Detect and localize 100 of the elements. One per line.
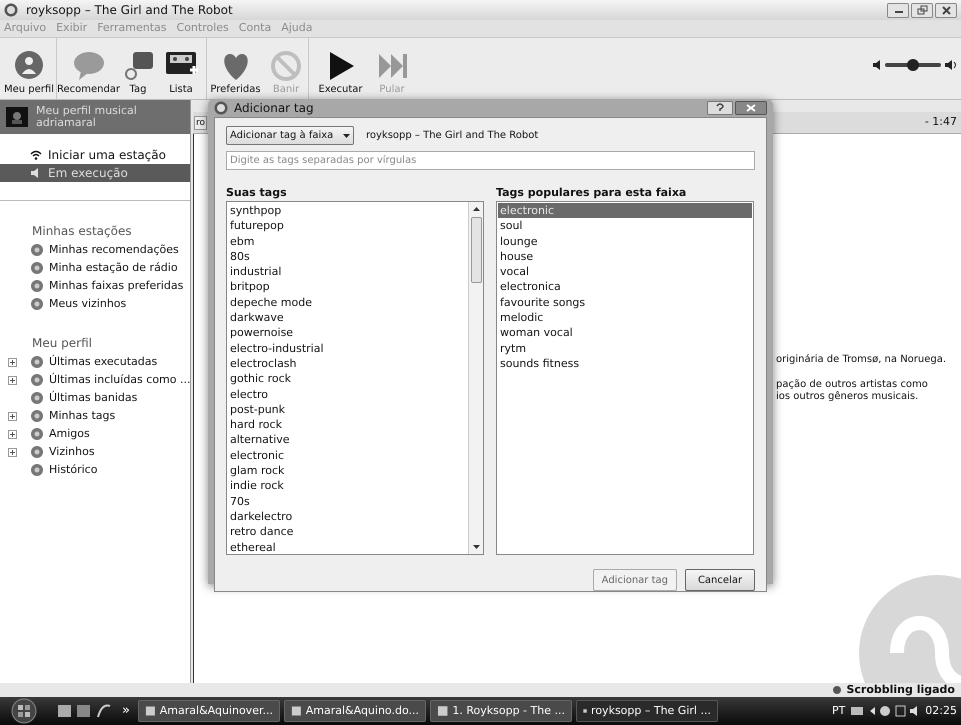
item-icon	[30, 373, 44, 387]
list-item[interactable]: favourite songs	[498, 294, 752, 310]
toolbar-button[interactable]: Meu perfil	[2, 38, 56, 99]
expand-icon[interactable]	[8, 358, 16, 366]
sidebar-item[interactable]: Últimas banidas	[0, 389, 190, 407]
list-item[interactable]: synthpop	[230, 203, 468, 218]
item-icon	[30, 261, 44, 275]
list-item[interactable]: retro dance	[230, 524, 468, 540]
toolbar-button[interactable]: Recomendar	[56, 38, 120, 99]
list-item[interactable]: powernoise	[230, 325, 468, 341]
ban-icon	[269, 50, 303, 82]
chevron-button[interactable]: »	[122, 701, 130, 721]
list-item[interactable]: alternative	[230, 432, 468, 448]
section-heading: Meu perfil	[31, 335, 93, 352]
close-icon	[940, 5, 952, 15]
window-icon	[290, 705, 302, 717]
list-item[interactable]: soul	[498, 218, 752, 234]
toolbar-button[interactable]: Tag	[120, 38, 156, 99]
sidebar-item[interactable]: Amigos	[0, 425, 190, 443]
close-button[interactable]	[735, 101, 767, 115]
list-item[interactable]: electroclash	[230, 356, 468, 372]
list-item[interactable]: electro-industrial	[230, 340, 468, 356]
dialog-button[interactable]: Cancelar	[685, 569, 755, 591]
list-item[interactable]: hard rock	[230, 417, 468, 432]
list-item[interactable]: britpop	[230, 279, 468, 295]
close-icon	[746, 104, 756, 112]
list-item[interactable]: melodic	[498, 310, 752, 326]
help-button[interactable]	[707, 101, 733, 115]
help-icon	[716, 103, 724, 113]
time-remaining: - 1:47	[924, 114, 957, 130]
paragraph-line: ios outros gêneros musicais.	[776, 391, 920, 403]
expand-icon[interactable]	[8, 376, 16, 384]
list-item[interactable]: 80s	[230, 248, 468, 264]
list-item[interactable]: ebm	[230, 234, 468, 249]
sidebar-item[interactable]: Histórico	[0, 461, 190, 479]
speaker-high-icon	[944, 60, 957, 70]
list-item[interactable]: ethereal	[230, 540, 468, 554]
mode-dropdown[interactable]: Adicionar tag à faixa	[226, 126, 354, 145]
window-icon	[144, 705, 156, 717]
restore-button[interactable]	[911, 2, 933, 18]
expand-icon[interactable]	[8, 430, 16, 438]
volume-thumb[interactable]	[907, 59, 919, 71]
sidebar-item[interactable]: Últimas incluídas como ...	[0, 371, 190, 389]
status-text: Scrobbling ligado	[846, 684, 955, 696]
item-icon	[30, 427, 44, 441]
expand-icon[interactable]	[8, 412, 16, 420]
list-item[interactable]: depeche mode	[230, 294, 468, 310]
list-item[interactable]: vocal	[498, 264, 752, 280]
dialog-title: Adicionar tag	[234, 100, 314, 117]
item-icon	[30, 279, 44, 293]
list-item[interactable]: darkwave	[230, 310, 468, 326]
sidebar-item[interactable]: Minhas tags	[0, 407, 190, 425]
close-button[interactable]	[935, 2, 957, 18]
list-item[interactable]: electronic	[498, 203, 752, 218]
list-item[interactable]: electro	[230, 386, 468, 402]
taskbar-button[interactable]: 1. Royksopp - The ...	[430, 700, 572, 722]
sidebar-item[interactable]: Minhas recomendações	[0, 241, 190, 259]
scroll-up-icon[interactable]	[472, 207, 480, 211]
list-item[interactable]: 70s	[230, 494, 468, 509]
scroll-down-icon[interactable]	[472, 545, 480, 549]
sidebar-item[interactable]: Últimas executadas	[0, 353, 190, 371]
nav-item[interactable]: Em execução	[0, 164, 190, 182]
list-item[interactable]: rytm	[498, 340, 752, 356]
minimize-button[interactable]	[887, 2, 909, 18]
toolbar-button[interactable]: Lista	[156, 38, 206, 99]
paragraph-line: originária de Tromsø, na Noruega.	[776, 354, 946, 366]
username: adriamaral	[36, 117, 97, 129]
list-item[interactable]: industrial	[230, 264, 468, 280]
person-icon	[12, 50, 46, 82]
sidebar-item[interactable]: Vizinhos	[0, 443, 190, 461]
item-icon	[30, 243, 44, 257]
expand-icon[interactable]	[8, 448, 16, 456]
list-item[interactable]: electronic	[230, 448, 468, 464]
scroll-thumb[interactable]	[470, 217, 482, 283]
item-icon	[30, 355, 44, 369]
list-item[interactable]: gothic rock	[230, 371, 468, 387]
taskbar-button[interactable]: royksopp – The Girl ...	[576, 700, 718, 722]
window-icon	[436, 705, 448, 717]
taskbar-button[interactable]: Amaral&Aquinover...	[138, 700, 280, 722]
nav-item[interactable]: Iniciar uma estação	[0, 146, 190, 164]
list-item[interactable]: post-punk	[230, 402, 468, 418]
sidebar-item[interactable]: Minha estação de rádio	[0, 259, 190, 277]
list-item[interactable]: woman vocal	[498, 325, 752, 341]
scrollbar[interactable]	[468, 202, 483, 554]
list-item[interactable]: darkelectro	[230, 508, 468, 524]
sidebar-item[interactable]: Minhas faixas preferidas	[0, 277, 190, 295]
list-item[interactable]: indie rock	[230, 478, 468, 494]
paragraph-line: pação de outros artistas como	[776, 379, 929, 391]
list-item[interactable]: futurepop	[230, 218, 468, 234]
list-item[interactable]: lounge	[498, 234, 752, 249]
taskbar-button[interactable]: Amaral&Aquino.do...	[284, 700, 426, 722]
list-item[interactable]: sounds fitness	[498, 356, 752, 372]
language-indicator[interactable]: PT	[832, 702, 846, 720]
sidebar-item[interactable]: Meus vizinhos	[0, 295, 190, 313]
tags-input-field[interactable]: Digite as tags separadas por vírgulas	[226, 151, 755, 170]
list-item[interactable]: glam rock	[230, 463, 468, 478]
toolbar-button[interactable]: Preferidas	[206, 38, 264, 99]
list-item[interactable]: electronica	[498, 279, 752, 295]
tab[interactable]: ro	[194, 116, 208, 130]
list-item[interactable]: house	[498, 248, 752, 264]
